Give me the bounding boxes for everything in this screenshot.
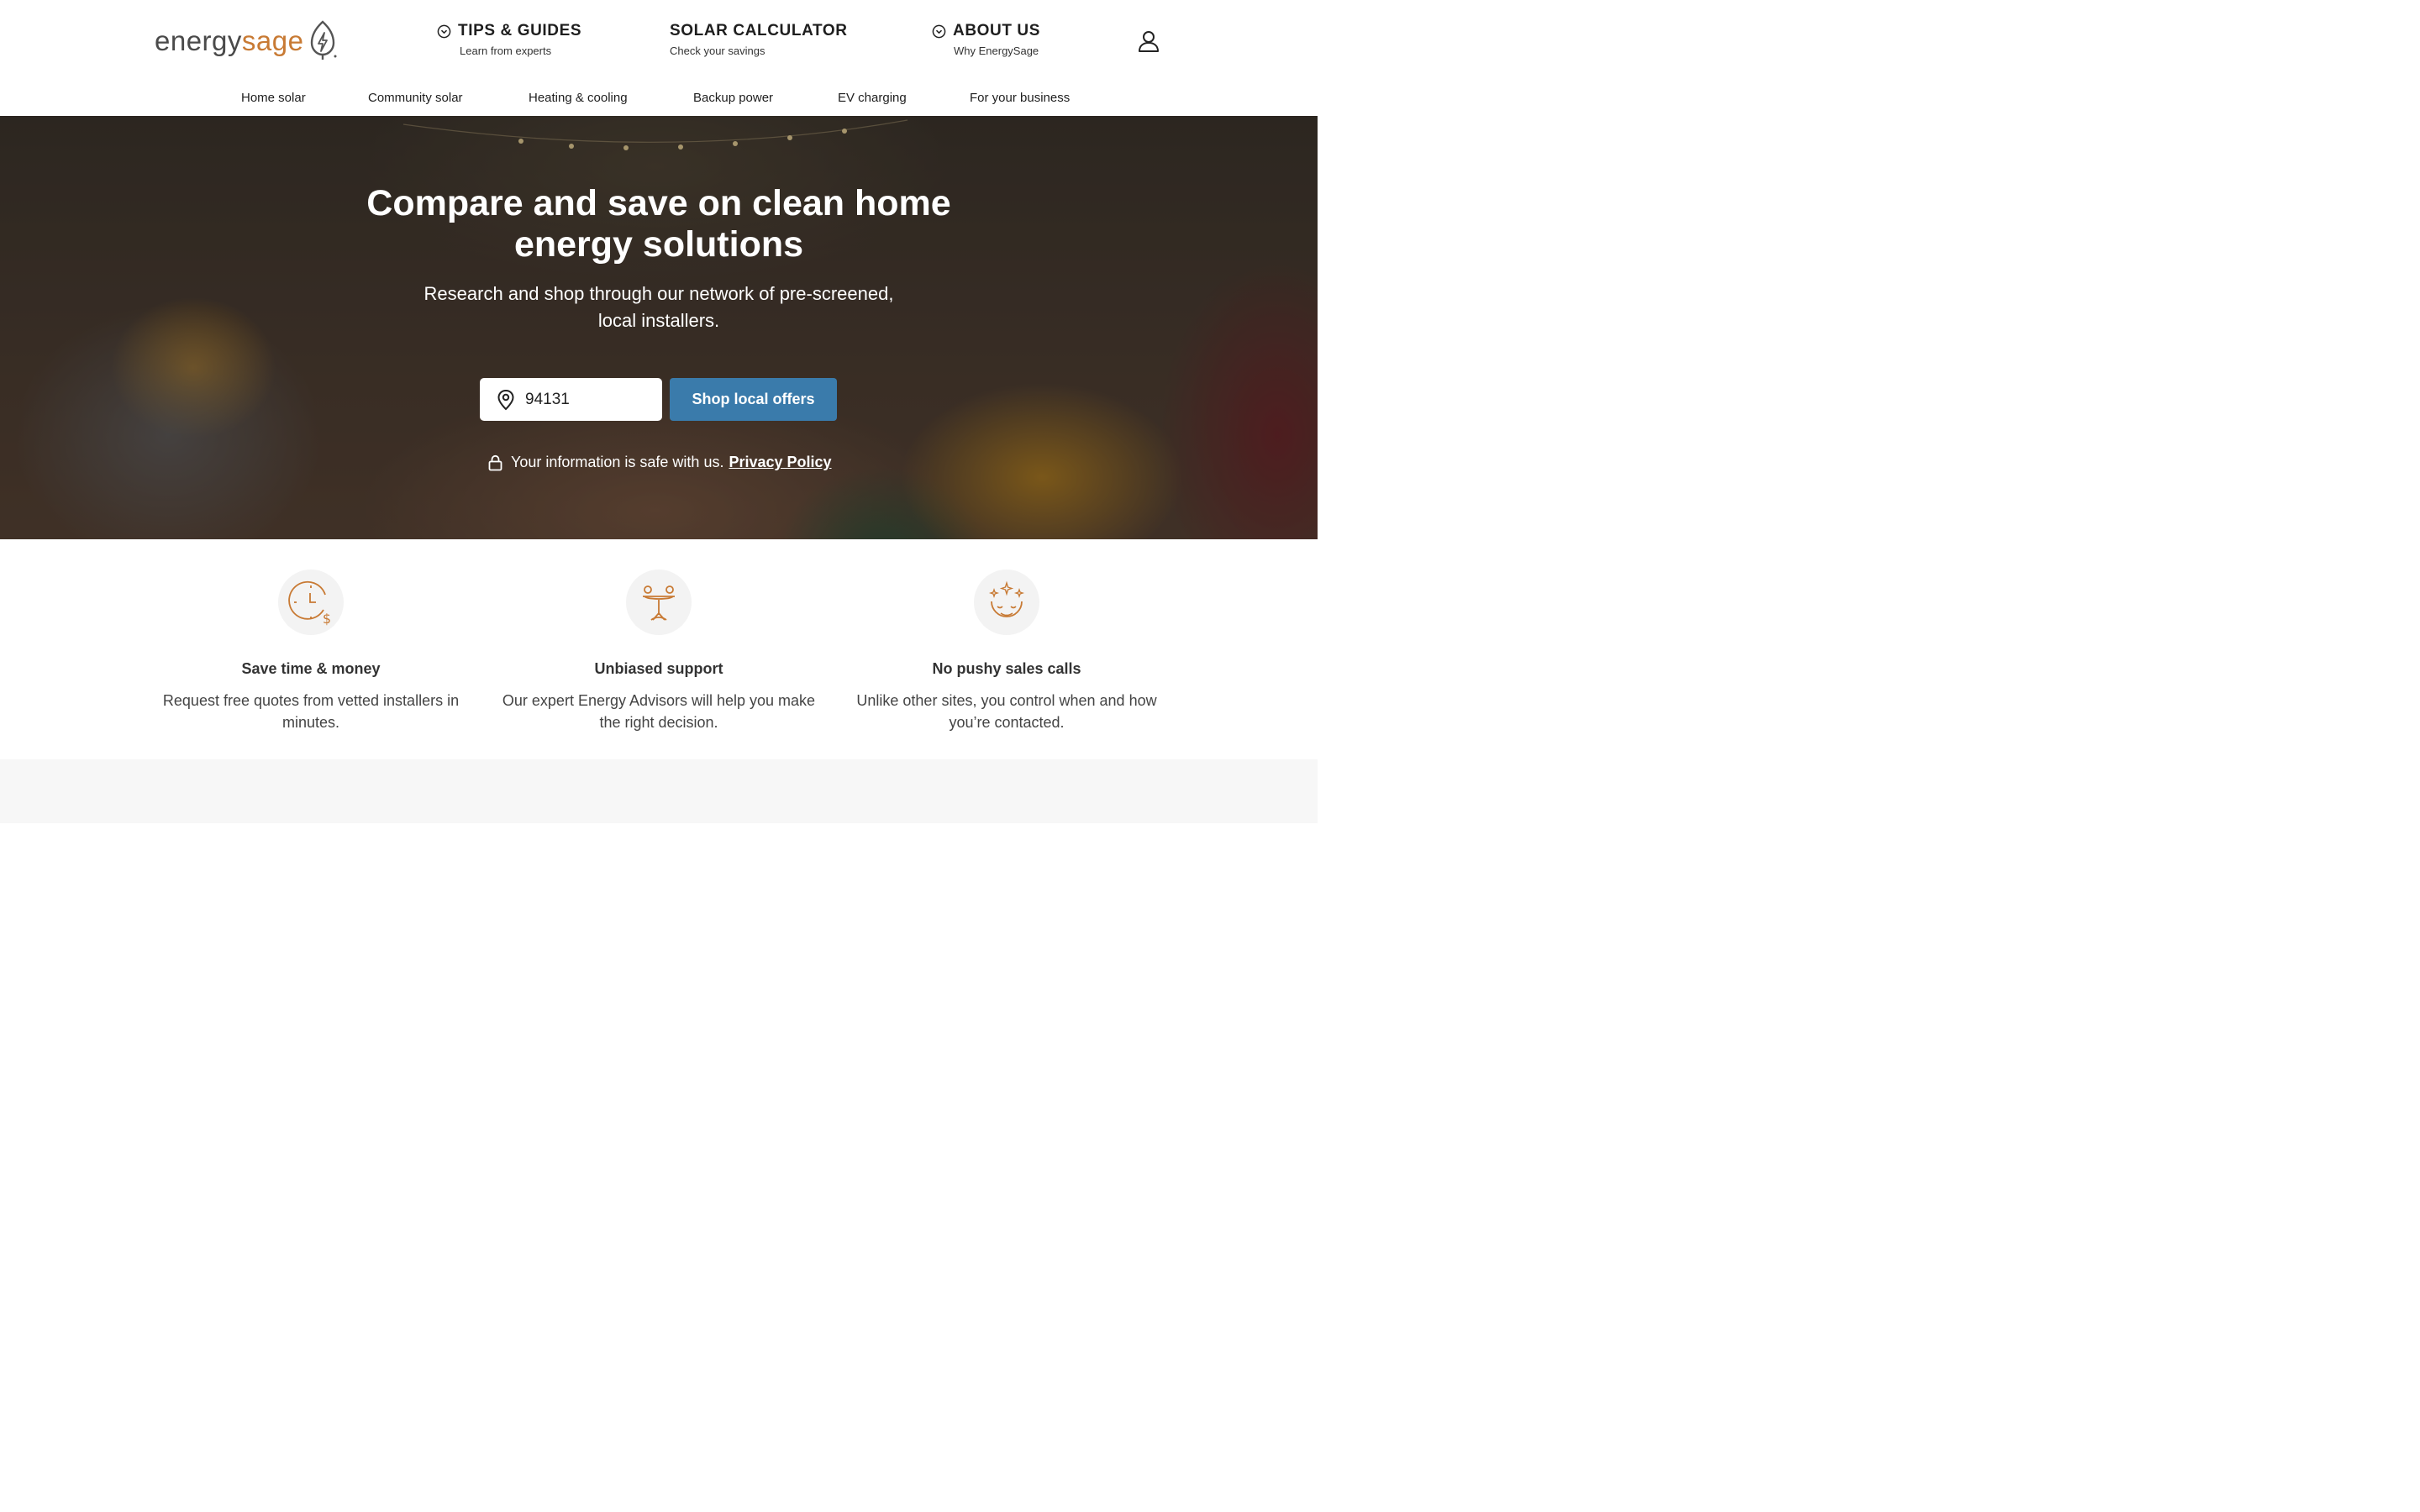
feature-text: Our expert Energy Advisors will help you… [502,692,816,731]
chevron-down-circle-icon [932,24,946,38]
feature-title: Unbiased support [594,660,723,677]
privacy-text: Your information is safe with us. [511,454,724,470]
category-nav: Home solar Community solar Heating & coo… [0,91,1318,108]
nav-tips-label: TIPS & GUIDES [458,22,582,39]
privacy-policy-link[interactable]: Privacy Policy [729,454,831,471]
feature-unbiased-support: Unbiased support Our expert Energy Advis… [491,570,827,733]
clock-dollar-icon: $ [288,580,331,627]
feature-text: Request free quotes from vetted installe… [162,692,460,731]
energysage-logo[interactable]: energysage [155,18,339,62]
feature-title: No pushy sales calls [932,660,1081,677]
nav-calculator-label: SOLAR CALCULATOR [670,22,848,39]
category-for-business[interactable]: For your business [970,91,1070,105]
nav-about-label: ABOUT US [953,22,1041,39]
site-header: energysage TIPS & GUIDES Learn from expe… [0,0,1318,116]
balance-scale-icon [643,585,675,621]
nav-about-us[interactable]: ABOUT US Why EnergySage [932,22,1040,57]
nav-about-sub: Why EnergySage [954,45,1039,57]
category-ev-charging[interactable]: EV charging [838,91,907,105]
nav-tips-sub: Learn from experts [460,45,552,57]
calm-face-sparkles-icon [988,580,1025,617]
next-section-band [0,759,1318,823]
feature-icon-wrapper [626,570,692,635]
nav-tips-guides[interactable]: TIPS & GUIDES Learn from experts [437,22,581,57]
leaf-bolt-icon [311,20,337,60]
svg-text:$: $ [323,611,331,627]
nav-calculator-sub: Check your savings [670,45,765,57]
feature-save-time: $ Save time & money Request free quotes … [143,570,479,733]
chevron-down-circle-icon [437,24,451,38]
lock-icon [488,454,502,470]
category-heating-cooling[interactable]: Heating & cooling [529,91,628,105]
hero-title: Compare and save on clean home energy so… [366,183,951,265]
features-section: $ Save time & money Request free quotes … [0,539,1318,759]
category-backup-power[interactable]: Backup power [693,91,773,105]
feature-title: Save time & money [241,660,381,677]
category-home-solar[interactable]: Home solar [241,91,306,105]
hero-banner: Compare and save on clean home energy so… [0,116,1318,539]
hero-subtitle: Research and shop through our network of… [424,283,894,331]
feature-no-sales-calls: No pushy sales calls Unlike other sites,… [839,570,1175,733]
location-pin-icon [497,389,514,410]
user-account-icon[interactable] [1136,29,1161,54]
logo-wordmark: energysage [155,24,304,56]
category-community-solar[interactable]: Community solar [368,91,463,105]
nav-solar-calculator[interactable]: SOLAR CALCULATOR Check your savings [670,22,848,57]
feature-icon-wrapper: $ [278,570,344,635]
shop-local-offers-button[interactable]: Shop local offers [670,378,837,421]
privacy-notice: Your information is safe with us. Privac… [488,454,832,471]
zip-code-input[interactable] [525,390,651,409]
feature-text: Unlike other sites, you control when and… [856,692,1157,731]
feature-icon-wrapper [974,570,1039,635]
zip-code-field[interactable] [480,378,662,421]
